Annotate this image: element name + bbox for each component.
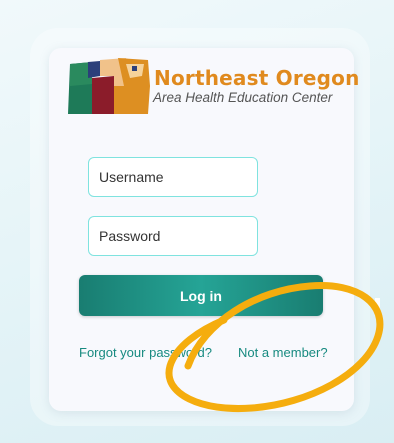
username-input[interactable] xyxy=(88,157,258,197)
edge-marker xyxy=(375,298,380,316)
password-input[interactable] xyxy=(88,216,258,256)
oregon-map-logo xyxy=(68,58,150,114)
forgot-password-link[interactable]: Forgot your password? xyxy=(79,345,212,360)
brand-title: Northeast Oregon xyxy=(154,66,360,90)
not-a-member-link[interactable]: Not a member? xyxy=(238,345,328,360)
login-button[interactable]: Log in xyxy=(79,275,323,316)
brand-subtitle: Area Health Education Center xyxy=(153,90,333,105)
